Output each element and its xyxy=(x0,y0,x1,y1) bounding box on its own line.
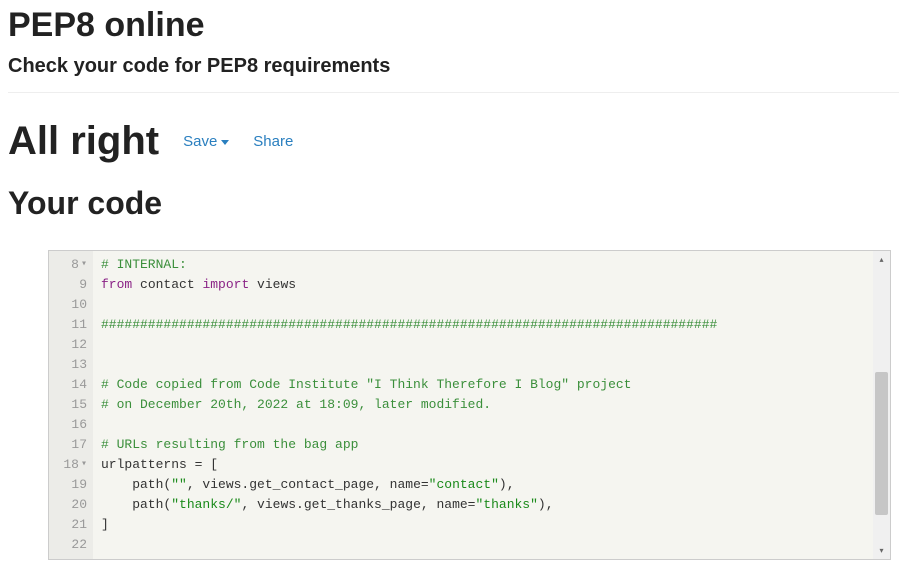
vertical-scrollbar[interactable]: ▴ ▾ xyxy=(873,251,890,559)
line-number: 9 xyxy=(49,275,89,295)
line-number: 22 xyxy=(49,535,89,555)
fold-toggle-icon[interactable]: ▾ xyxy=(81,260,87,270)
line-number: 14 xyxy=(49,375,89,395)
code-line xyxy=(101,295,890,315)
line-number: 21 xyxy=(49,515,89,535)
code-line: # INTERNAL: xyxy=(101,255,890,275)
line-number: 8▾ xyxy=(49,255,89,275)
code-line xyxy=(101,335,890,355)
line-number: 15 xyxy=(49,395,89,415)
line-number: 20 xyxy=(49,495,89,515)
code-line: # on December 20th, 2022 at 18:09, later… xyxy=(101,395,890,415)
result-heading: All right xyxy=(8,121,159,161)
code-line: # Code copied from Code Institute "I Thi… xyxy=(101,375,890,395)
line-number: 18▾ xyxy=(49,455,89,475)
chevron-down-icon xyxy=(221,140,229,145)
scroll-up-icon[interactable]: ▴ xyxy=(873,251,890,268)
code-editor[interactable]: 8▾9101112131415161718▾19202122 # INTERNA… xyxy=(48,250,891,560)
code-line: ########################################… xyxy=(101,315,890,335)
scroll-thumb[interactable] xyxy=(875,372,888,514)
line-number: 12 xyxy=(49,335,89,355)
line-gutter: 8▾9101112131415161718▾19202122 xyxy=(49,251,93,559)
line-number: 13 xyxy=(49,355,89,375)
scroll-down-icon[interactable]: ▾ xyxy=(873,542,890,559)
line-number: 11 xyxy=(49,315,89,335)
fold-toggle-icon[interactable]: ▾ xyxy=(81,460,87,470)
share-link[interactable]: Share xyxy=(253,133,293,150)
result-row: All right Save Share xyxy=(8,121,899,161)
code-line xyxy=(101,415,890,435)
divider xyxy=(8,92,899,93)
code-line xyxy=(101,355,890,375)
code-line: urlpatterns = [ xyxy=(101,455,890,475)
code-area[interactable]: # INTERNAL:from contact import views ####… xyxy=(93,251,890,559)
line-number: 10 xyxy=(49,295,89,315)
code-line: ] xyxy=(101,515,890,535)
code-line: # URLs resulting from the bag app xyxy=(101,435,890,455)
line-number: 16 xyxy=(49,415,89,435)
scroll-track[interactable] xyxy=(873,268,890,542)
code-line: path("thanks/", views.get_thanks_page, n… xyxy=(101,495,890,515)
line-number: 17 xyxy=(49,435,89,455)
code-line: from contact import views xyxy=(101,275,890,295)
page-title: PEP8 online xyxy=(8,6,899,45)
your-code-heading: Your code xyxy=(8,185,899,222)
line-number: 19 xyxy=(49,475,89,495)
save-dropdown[interactable]: Save xyxy=(183,133,229,150)
code-line: path("", views.get_contact_page, name="c… xyxy=(101,475,890,495)
page-subtitle: Check your code for PEP8 requirements xyxy=(8,55,899,78)
code-line xyxy=(101,535,890,555)
save-label: Save xyxy=(183,133,217,150)
